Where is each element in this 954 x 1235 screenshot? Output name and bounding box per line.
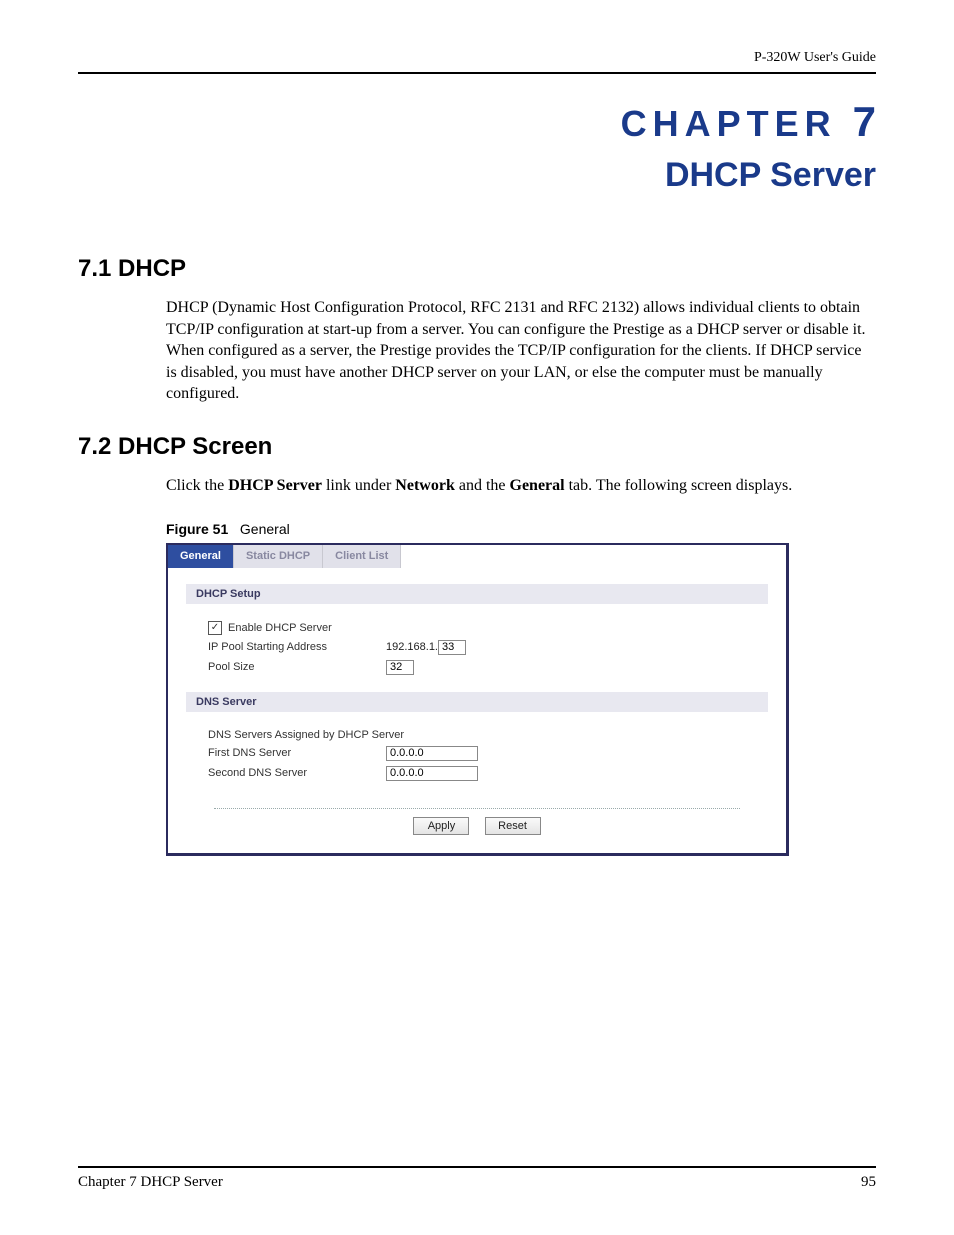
intro-post: tab. The following screen displays. <box>565 477 793 494</box>
figure-label: Figure 51 <box>166 521 228 537</box>
second-dns-input[interactable] <box>386 766 478 781</box>
page-footer: Chapter 7 DHCP Server 95 <box>78 1166 876 1191</box>
chapter-heading-block: CHAPTER 7 DHCP Server <box>78 98 876 195</box>
dotted-separator <box>214 808 740 809</box>
pool-size-label: Pool Size <box>208 661 386 673</box>
tab-static-dhcp[interactable]: Static DHCP <box>234 545 323 568</box>
bottom-rule <box>78 1166 876 1168</box>
dns-server-section-bar: DNS Server <box>186 692 768 712</box>
footer-page-number: 95 <box>861 1174 876 1191</box>
tab-general[interactable]: General <box>168 545 234 568</box>
section-7-1-heading: 7.1 DHCP <box>78 255 876 283</box>
section-7-2-paragraph: Click the DHCP Server link under Network… <box>166 475 868 497</box>
chapter-label: CHAPTER <box>621 103 837 144</box>
intro-bold-general: General <box>510 477 565 494</box>
intro-bold-dhcpserver: DHCP Server <box>228 477 322 494</box>
first-dns-input[interactable] <box>386 746 478 761</box>
intro-mid2: and the <box>455 477 510 494</box>
second-dns-label: Second DNS Server <box>208 767 386 779</box>
figure-title: General <box>240 521 290 537</box>
reset-button[interactable]: Reset <box>485 817 541 835</box>
chapter-number: 7 <box>853 98 876 145</box>
dhcp-setup-section-bar: DHCP Setup <box>186 584 768 604</box>
footer-chapter-label: Chapter 7 DHCP Server <box>78 1174 223 1191</box>
tab-bar: General Static DHCP Client List <box>168 545 786 568</box>
intro-mid1: link under <box>322 477 395 494</box>
section-7-2-heading: 7.2 DHCP Screen <box>78 433 876 461</box>
dns-assigned-label: DNS Servers Assigned by DHCP Server <box>208 729 404 741</box>
apply-button[interactable]: Apply <box>413 817 469 835</box>
ip-pool-start-input[interactable] <box>438 640 466 655</box>
top-rule <box>78 72 876 74</box>
chapter-title: DHCP Server <box>78 156 876 195</box>
intro-pre: Click the <box>166 477 228 494</box>
header-guide-title: P-320W User's Guide <box>78 50 876 66</box>
pool-size-input[interactable] <box>386 660 414 675</box>
figure-caption: Figure 51 General <box>166 521 876 537</box>
ip-pool-prefix: 192.168.1. <box>386 641 438 653</box>
enable-dhcp-checkbox[interactable]: ✓ <box>208 621 222 635</box>
ui-figure: General Static DHCP Client List DHCP Set… <box>166 543 789 856</box>
intro-bold-network: Network <box>395 477 455 494</box>
first-dns-label: First DNS Server <box>208 747 386 759</box>
section-7-1-paragraph: DHCP (Dynamic Host Configuration Protoco… <box>166 297 868 405</box>
enable-dhcp-label: Enable DHCP Server <box>228 622 332 634</box>
ip-pool-start-label: IP Pool Starting Address <box>208 641 386 653</box>
tab-client-list[interactable]: Client List <box>323 545 401 568</box>
